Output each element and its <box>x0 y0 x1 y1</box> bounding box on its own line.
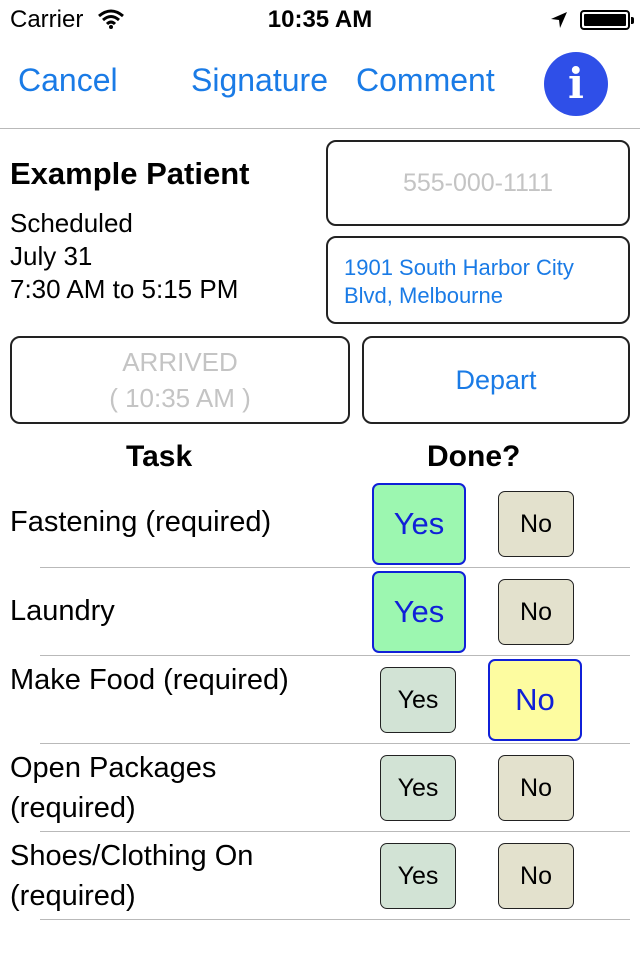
task-label-open-packages: Open Packages (required) <box>10 752 217 824</box>
row-divider <box>40 831 630 832</box>
nav-divider <box>0 128 640 129</box>
location-arrow-icon <box>551 12 567 28</box>
row-divider <box>40 567 630 568</box>
laundry-no-button[interactable]: No <box>498 579 574 645</box>
status-time: 10:35 AM <box>267 6 373 33</box>
schedule-time-range: 7:30 AM to 5:15 PM <box>10 274 239 304</box>
status-bar: Carrier 10:35 AM <box>0 0 640 40</box>
battery-icon <box>580 10 634 30</box>
arrived-time: ( 10:35 AM ) <box>109 383 251 413</box>
signature-button[interactable]: Signature <box>191 62 328 99</box>
arrived-label: ARRIVED <box>122 347 238 377</box>
schedule-status: Scheduled <box>10 208 133 238</box>
task-label-shoes-clothing: Shoes/Clothing On (required) <box>10 840 254 912</box>
make-food-no-button[interactable]: No <box>488 659 582 741</box>
open-packages-yes-button[interactable]: Yes <box>380 755 456 821</box>
depart-label: Depart <box>455 364 537 395</box>
cancel-button[interactable]: Cancel <box>18 62 118 99</box>
row-divider <box>40 743 630 744</box>
row-divider <box>40 919 630 920</box>
laundry-yes-button[interactable]: Yes <box>372 571 466 653</box>
address-text: 1901 South Harbor City Blvd, Melbourne <box>344 255 574 308</box>
row-divider <box>40 655 630 656</box>
phone-placeholder: 555-000-1111 <box>402 168 554 197</box>
task-label-make-food: Make Food (required) <box>10 664 289 696</box>
make-food-yes-button[interactable]: Yes <box>380 667 456 733</box>
patient-name: Example Patient <box>10 156 250 191</box>
fastening-no-button[interactable]: No <box>498 491 574 557</box>
shoes-clothing-yes-button[interactable]: Yes <box>380 843 456 909</box>
arrived-button[interactable]: ARRIVED ( 10:35 AM ) <box>10 336 350 424</box>
fastening-yes-button[interactable]: Yes <box>372 483 466 565</box>
address-link[interactable]: 1901 South Harbor City Blvd, Melbourne <box>326 236 630 324</box>
info-icon[interactable]: i <box>544 52 608 116</box>
comment-button[interactable]: Comment <box>356 62 495 99</box>
task-label-laundry: Laundry <box>10 595 115 627</box>
depart-button[interactable]: Depart <box>362 336 630 424</box>
done-column-header: Done? <box>427 440 521 473</box>
phone-field[interactable]: 555-000-1111 <box>326 140 630 226</box>
shoes-clothing-no-button[interactable]: No <box>498 843 574 909</box>
open-packages-no-button[interactable]: No <box>498 755 574 821</box>
task-column-header: Task <box>126 440 193 473</box>
task-label-fastening: Fastening (required) <box>10 506 272 538</box>
schedule-date: July 31 <box>10 241 93 271</box>
